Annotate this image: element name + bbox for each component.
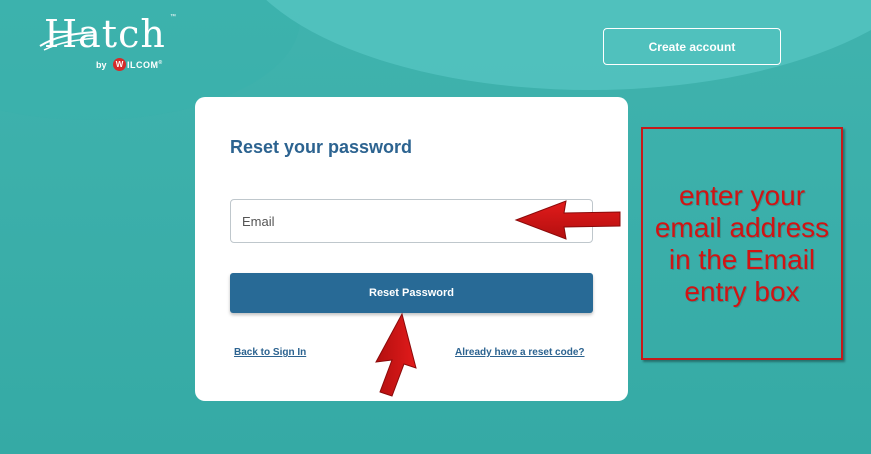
annotation-text: enter your email address in the Email en… (654, 179, 830, 307)
logo-by-text: by (96, 60, 107, 70)
logo-company-name: ILCOM® (127, 60, 163, 70)
reset-code-link[interactable]: Already have a reset code? (455, 347, 585, 358)
reset-password-button[interactable]: Reset Password (230, 273, 593, 313)
create-account-button[interactable]: Create account (603, 28, 781, 65)
back-to-sign-in-link[interactable]: Back to Sign In (234, 347, 306, 358)
wilcom-badge-icon: W (113, 58, 126, 71)
annotation-arrow-left-icon (514, 200, 621, 240)
card-title: Reset your password (230, 137, 413, 157)
hatch-logo[interactable]: Hatch ™ by W ILCOM® (38, 12, 178, 76)
annotation-arrow-up-icon (375, 312, 417, 397)
logo-trademark: ™ (170, 14, 176, 20)
logo-wordmark: Hatch (44, 12, 166, 56)
annotation-box: enter your email address in the Email en… (641, 127, 843, 360)
logo-company-text: ILCOM (127, 60, 159, 70)
logo-registered-mark: ® (158, 60, 163, 66)
